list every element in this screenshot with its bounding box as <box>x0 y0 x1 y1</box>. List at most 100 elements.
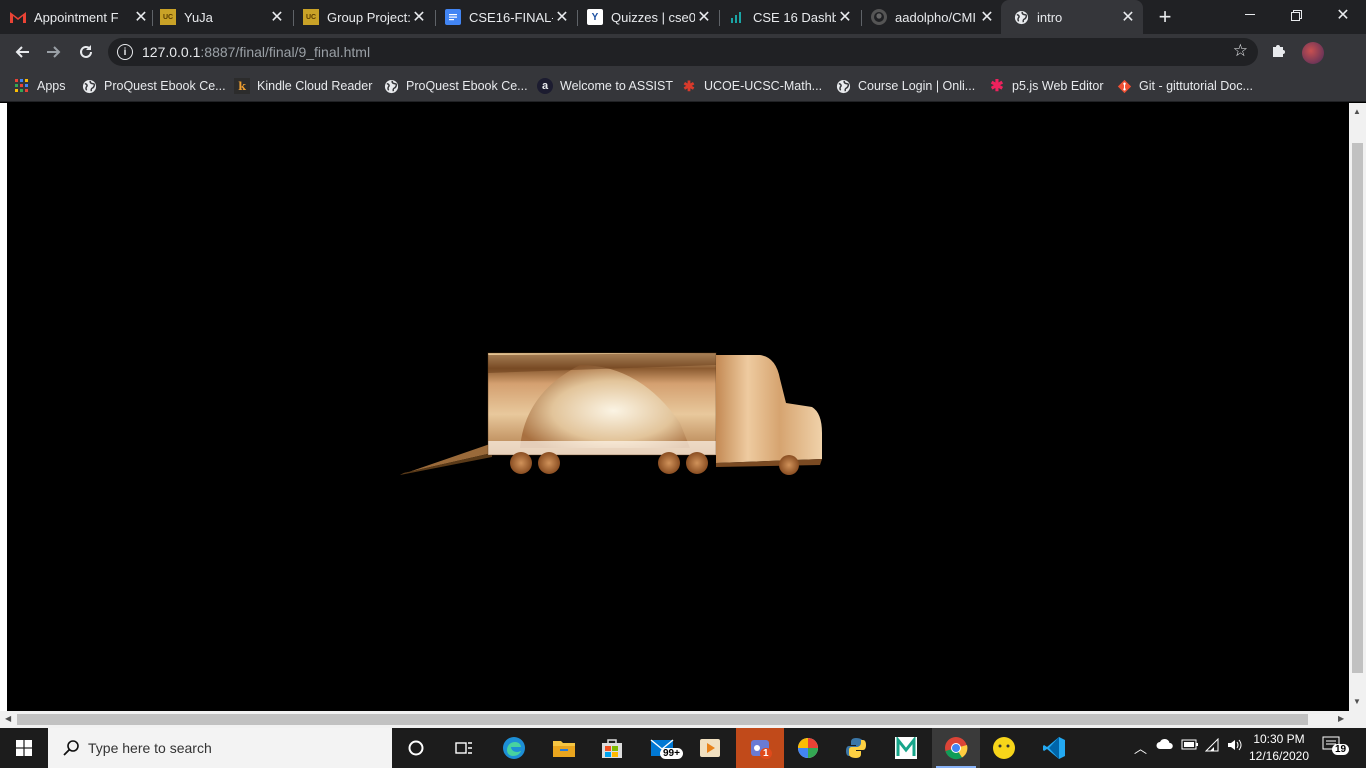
tab-quizzes[interactable]: Y Quizzes | cse0: ✕ <box>587 0 713 34</box>
bookmark-course-login[interactable]: Course Login | Onli... <box>835 76 975 96</box>
close-tab-icon[interactable]: ✕ <box>836 8 854 26</box>
media-player-icon[interactable] <box>686 728 734 768</box>
bookmark-kindle[interactable]: k Kindle Cloud Reader <box>234 76 372 96</box>
bookmark-assist[interactable]: a Welcome to ASSIST <box>537 76 673 96</box>
tab-github[interactable]: aadolpho/CMI ✕ <box>871 0 996 34</box>
profile-avatar[interactable] <box>1302 42 1324 64</box>
globe-icon <box>1013 9 1029 25</box>
tab-group-project[interactable]: UC Group Project: ✕ <box>303 0 428 34</box>
dashboard-icon <box>729 9 745 25</box>
action-center-icon[interactable]: 19 <box>1322 736 1350 760</box>
tab-title: intro <box>1037 9 1063 25</box>
search-placeholder: Type here to search <box>88 740 212 756</box>
scroll-right-arrow-icon[interactable]: ▶ <box>1338 714 1344 723</box>
vscode-icon[interactable] <box>1030 728 1078 768</box>
restore-button[interactable] <box>1273 0 1319 30</box>
close-tab-icon[interactable]: ✕ <box>695 8 713 26</box>
bookmark-proquest-2[interactable]: ProQuest Ebook Ce... <box>383 76 528 96</box>
back-arrow-icon[interactable] <box>8 38 36 66</box>
bookmark-git[interactable]: Git - gittutorial Doc... <box>1116 76 1253 96</box>
extensions-puzzle-icon[interactable] <box>1271 42 1287 63</box>
globe-icon <box>835 78 851 94</box>
forward-arrow-icon[interactable] <box>40 38 68 66</box>
file-explorer-icon[interactable] <box>540 728 588 768</box>
mail-icon[interactable]: 99+ <box>638 728 686 768</box>
vertical-scrollbar[interactable]: ▲ ▼ <box>1349 103 1366 711</box>
bookmark-ucoe[interactable]: ✱ UCOE-UCSC-Math... <box>681 76 822 96</box>
chrome-icon[interactable] <box>932 728 980 768</box>
bookmark-label: p5.js Web Editor <box>1012 79 1104 93</box>
horizontal-scrollbar[interactable]: ◀ ▶ <box>0 711 1366 728</box>
tab-cse16-final[interactable]: CSE16-FINAL-I ✕ <box>445 0 571 34</box>
ucoe-icon: ✱ <box>683 77 695 94</box>
edge-icon[interactable] <box>490 728 538 768</box>
search-icon <box>62 739 80 757</box>
close-tab-icon[interactable]: ✕ <box>553 8 571 26</box>
anaconda-m-icon[interactable] <box>882 728 930 768</box>
windows-start-icon[interactable] <box>0 728 48 768</box>
close-tab-icon[interactable]: ✕ <box>132 8 150 26</box>
bookmark-star-icon[interactable]: ☆ <box>1233 41 1248 61</box>
webgl-canvas[interactable] <box>0 103 1366 711</box>
tab-yuja[interactable]: UC YuJa ✕ <box>160 0 286 34</box>
close-tab-icon[interactable]: ✕ <box>268 8 286 26</box>
info-icon[interactable]: i <box>117 44 133 60</box>
p5js-icon: ✱ <box>990 78 1004 95</box>
close-tab-icon[interactable]: ✕ <box>978 8 996 26</box>
tab-title: aadolpho/CMI <box>895 9 976 25</box>
tray-chevron-up-icon[interactable]: ︿ <box>1134 738 1147 757</box>
sticky-app-icon[interactable] <box>980 728 1028 768</box>
vertical-scroll-thumb[interactable] <box>1352 143 1363 673</box>
volume-icon[interactable] <box>1227 738 1243 755</box>
globe-icon <box>81 78 97 94</box>
address-bar[interactable]: i 127.0.0.1:8887/final/final/9_final.htm… <box>108 38 1258 66</box>
close-window-button[interactable]: ✕ <box>1320 0 1366 30</box>
mail-badge: 99+ <box>660 748 683 759</box>
horizontal-scroll-thumb[interactable] <box>17 714 1308 725</box>
minimize-button[interactable] <box>1227 0 1273 30</box>
taskbar-search-box[interactable]: Type here to search <box>48 728 392 768</box>
bookmarks-bar: Apps ProQuest Ebook Ce... k Kindle Cloud… <box>0 70 1366 162</box>
url-host: 127.0.0.1 <box>142 44 201 60</box>
battery-icon[interactable] <box>1181 738 1199 753</box>
page-edge <box>0 103 7 728</box>
onedrive-cloud-icon[interactable] <box>1156 738 1174 753</box>
tab-title: YuJa <box>184 9 213 25</box>
tab-title: Group Project: <box>327 9 410 25</box>
scroll-left-arrow-icon[interactable]: ◀ <box>5 714 11 723</box>
close-tab-icon[interactable]: ✕ <box>410 8 428 26</box>
bookmark-p5js[interactable]: ✱ p5.js Web Editor <box>989 76 1103 96</box>
tab-strip: Appointment F ✕ UC YuJa ✕ UC Group Proje… <box>0 0 1366 34</box>
tab-intro[interactable]: intro ✕ <box>1001 0 1143 34</box>
system-clock[interactable]: 10:30 PM 12/16/2020 <box>1244 731 1314 765</box>
bookmark-apps[interactable]: Apps <box>14 76 66 96</box>
gmail-icon <box>10 9 26 25</box>
ucsc-icon: UC <box>160 9 176 25</box>
reload-icon[interactable] <box>72 38 100 66</box>
python-icon[interactable] <box>832 728 880 768</box>
bookmark-label: Welcome to ASSIST <box>560 79 674 93</box>
scroll-down-arrow-icon[interactable]: ▼ <box>1353 697 1361 706</box>
paint-app-icon[interactable] <box>784 728 832 768</box>
new-tab-button[interactable]: + <box>1153 4 1177 29</box>
windows-taskbar: Type here to search 99+ 1 ︿ 10:30 PM 12/… <box>0 728 1366 768</box>
url-text[interactable]: 127.0.0.1:8887/final/final/9_final.html <box>142 44 370 60</box>
bookmark-label: Apps <box>37 79 66 93</box>
task-view-icon[interactable] <box>440 728 488 768</box>
close-tab-icon[interactable]: ✕ <box>1119 8 1137 26</box>
bookmark-label: Git - gittutorial Doc... <box>1139 79 1253 93</box>
notification-count-badge: 19 <box>1332 744 1350 755</box>
clock-date: 12/16/2020 <box>1248 749 1310 763</box>
tab-title: CSE16-FINAL-I <box>469 9 553 25</box>
cortana-icon[interactable] <box>392 728 440 768</box>
scroll-up-arrow-icon[interactable]: ▲ <box>1353 107 1361 116</box>
ucsc-icon: UC <box>303 9 319 25</box>
tab-dashboard[interactable]: CSE 16 Dashbo ✕ <box>729 0 854 34</box>
bookmark-proquest-1[interactable]: ProQuest Ebook Ce... <box>81 76 226 96</box>
bookmark-label: UCOE-UCSC-Math... <box>704 79 823 93</box>
game-app-icon[interactable]: 1 <box>736 728 784 768</box>
tab-appointment[interactable]: Appointment F ✕ <box>10 0 150 34</box>
microsoft-store-icon[interactable] <box>588 728 636 768</box>
bookmark-label: ProQuest Ebook Ce... <box>406 79 528 93</box>
wifi-icon[interactable] <box>1204 737 1223 755</box>
